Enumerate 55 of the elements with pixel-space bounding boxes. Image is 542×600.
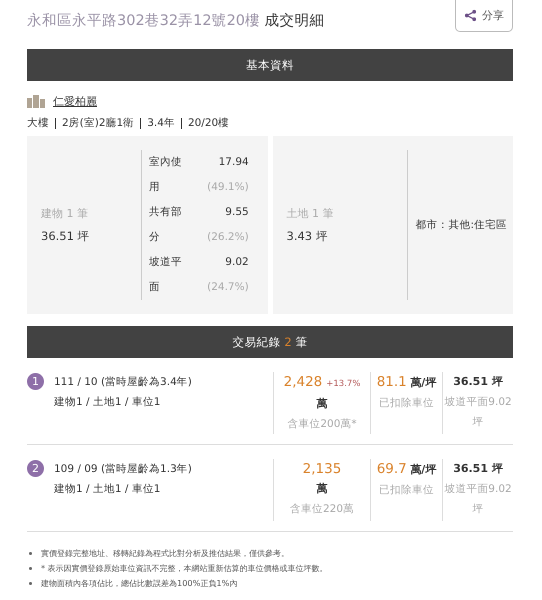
record-date: 109 / 09 (當時屋齡為1.3年) xyxy=(54,462,192,477)
part-name: 坡道平面 xyxy=(149,255,183,295)
part-name: 共有部分 xyxy=(149,205,183,245)
spec-text: 20/20樓 xyxy=(188,116,230,130)
area-note: 坡道平面9.02坪 xyxy=(443,482,513,517)
price-unit: 萬 xyxy=(316,396,328,412)
community-link[interactable]: 仁愛柏麗 xyxy=(53,94,97,108)
section-header: 交易紀錄 2 筆 xyxy=(27,326,513,358)
price-unit: 萬 xyxy=(316,481,328,497)
part-value: 17.94 xyxy=(218,155,249,170)
land-area: 3.43 坪 xyxy=(286,229,386,244)
share-icon xyxy=(464,9,477,22)
part-share: (24.7%) xyxy=(207,280,249,295)
record-parts: 建物1 / 土地1 / 車位1 xyxy=(54,395,162,410)
part-name: 室內使用 xyxy=(149,155,183,195)
building-icon xyxy=(27,94,45,108)
zoning-text: 都市：其他:住宅區 xyxy=(416,218,508,232)
record-parts: 建物1 / 土地1 / 車位1 xyxy=(54,482,162,497)
share-button[interactable]: 分享 xyxy=(455,0,513,32)
unit-price: 69.7 xyxy=(376,461,407,477)
spec-text: 3.4年 xyxy=(147,116,175,130)
total-price: 2,135 xyxy=(302,460,342,479)
note-text: 建物面積內各項佔比，總佔比數誤差為100%正負1%內 xyxy=(41,577,238,590)
area-note: 坡道平面9.02坪 xyxy=(443,395,513,430)
land-label: 土地 1 筆 xyxy=(286,206,334,221)
record-number: 1 xyxy=(27,373,44,390)
part-share: (26.2%) xyxy=(207,230,249,245)
part-value: 9.02 xyxy=(225,255,249,270)
building-area: 36.51 坪 xyxy=(41,229,141,244)
unit-price-note: 已扣除車位 xyxy=(378,483,435,498)
unit-price-unit: 萬/坪 xyxy=(410,463,436,476)
note-text: 實價登錄完整地址、移轉紀錄為程式比對分析及推估結果，僅供參考。 xyxy=(41,547,289,560)
building-label: 建物 1 筆 xyxy=(41,206,89,221)
record-date: 111 / 10 (當時屋齡為3.4年) xyxy=(54,375,192,390)
unit-price: 81.1 xyxy=(376,374,407,390)
note-text: * 表示因實價登錄原始車位資訊不完整，本網站重新估算的車位價格或車位坪數。 xyxy=(41,562,328,575)
spec-text: 大樓 xyxy=(27,116,49,130)
bullet-icon xyxy=(29,567,32,570)
bullet-icon xyxy=(29,552,32,555)
record-area: 36.51 坪 xyxy=(443,372,513,392)
part-share: (49.1%) xyxy=(207,180,249,195)
page-title: 成交明細 xyxy=(264,12,325,28)
section-header: 基本資料 xyxy=(27,49,513,81)
record-area: 36.51 坪 xyxy=(443,459,513,479)
total-price: 2,428 xyxy=(284,373,322,392)
parking-price: 含車位220萬 xyxy=(288,502,356,517)
bullet-icon xyxy=(29,582,32,585)
part-value: 9.55 xyxy=(225,205,249,220)
unit-price-unit: 萬/坪 xyxy=(410,376,436,389)
unit-price-note: 已扣除車位 xyxy=(378,396,435,411)
price-change: +13.7% xyxy=(326,378,360,391)
address-text: 永和區永平路302巷32弄12號20樓 xyxy=(27,12,260,28)
parking-price: 含車位200萬* xyxy=(286,417,358,432)
record-number: 2 xyxy=(27,460,44,477)
spec-text: 2房(室)2廳1衛 xyxy=(62,116,134,130)
